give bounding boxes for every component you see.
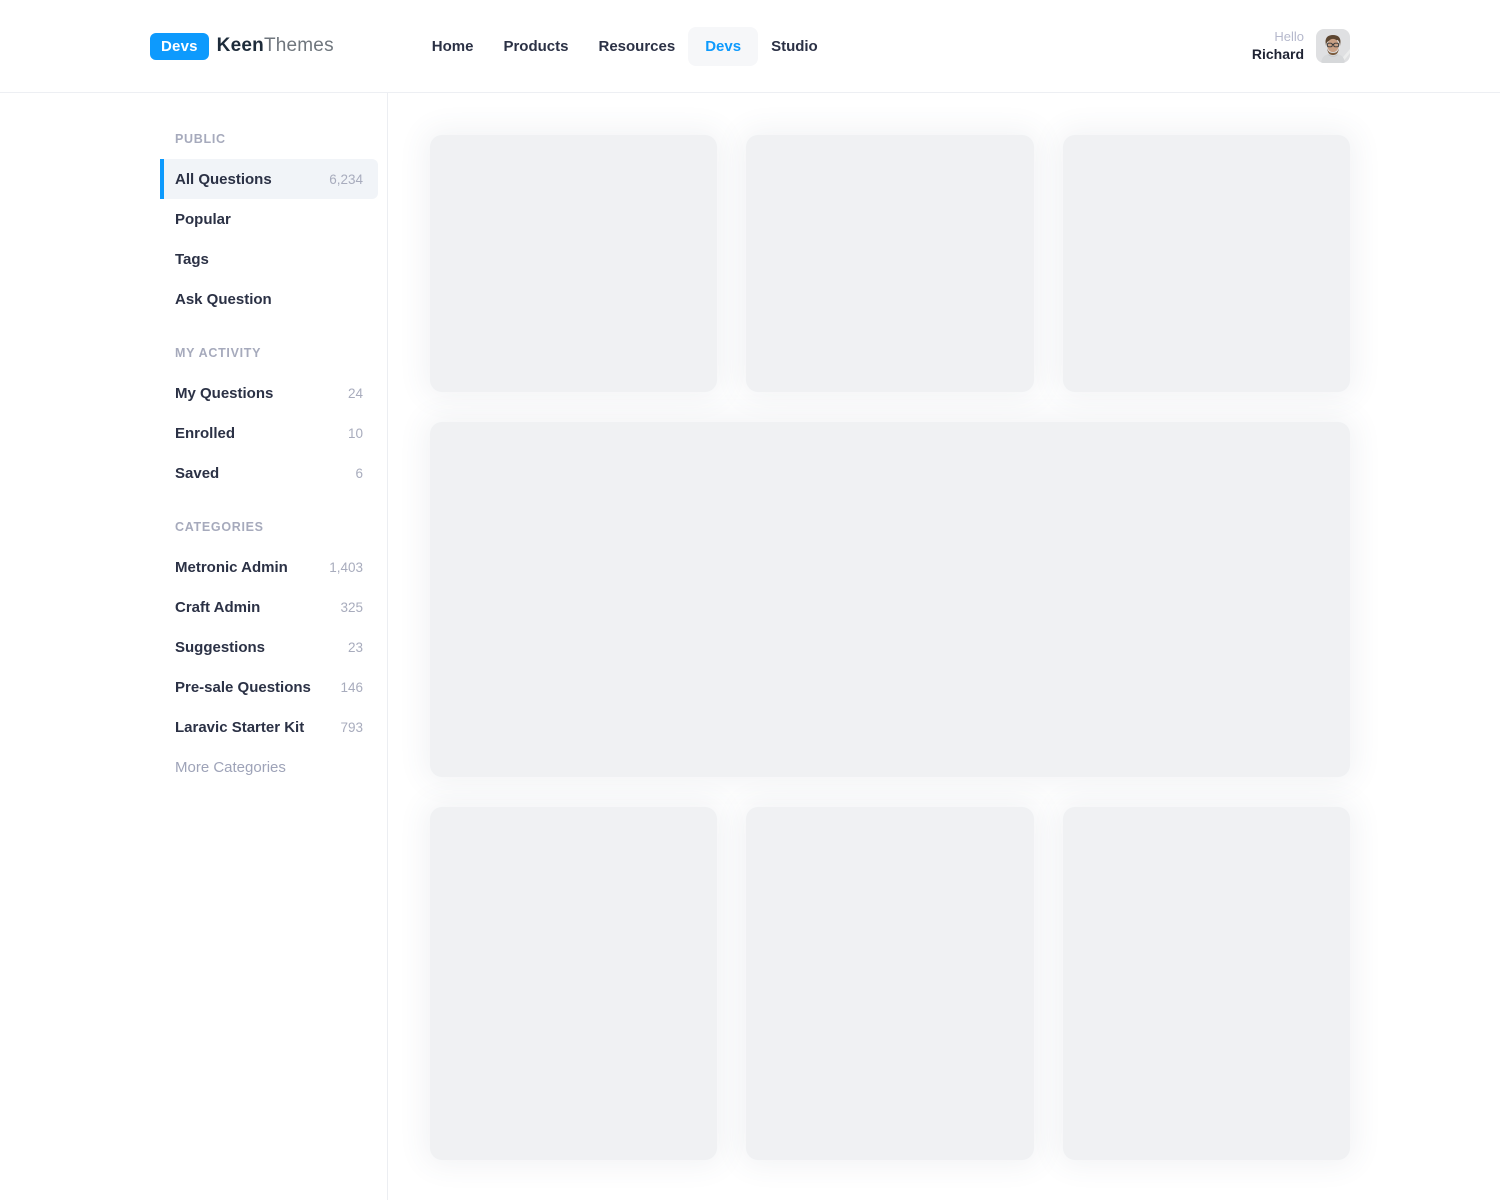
brand-name-light: Themes xyxy=(264,35,334,56)
placeholder-card xyxy=(430,807,717,1160)
sidebar-item-count: 10 xyxy=(348,426,363,441)
sidebar-item-count: 325 xyxy=(340,600,363,615)
nav-item-studio[interactable]: Studio xyxy=(771,38,818,55)
placeholder-card xyxy=(1063,135,1350,392)
sidebar-item-label: Enrolled xyxy=(175,425,235,442)
sidebar-item-count: 6,234 xyxy=(329,172,363,187)
placeholder-card xyxy=(746,135,1033,392)
sidebar: PUBLIC All Questions 6,234 Popular Tags … xyxy=(150,93,388,1200)
nav-item-devs[interactable]: Devs xyxy=(688,27,758,66)
brand-name-bold: Keen xyxy=(217,35,264,56)
sidebar-section-public: PUBLIC All Questions 6,234 Popular Tags … xyxy=(160,132,387,319)
sidebar-item-label: More Categories xyxy=(175,759,286,776)
sidebar-item-count: 24 xyxy=(348,386,363,401)
placeholder-card xyxy=(1063,807,1350,1160)
sidebar-item-craft-admin[interactable]: Craft Admin 325 xyxy=(160,587,378,627)
placeholder-card xyxy=(746,807,1033,1160)
sidebar-item-label: Laravic Starter Kit xyxy=(175,719,304,736)
sidebar-item-label: Craft Admin xyxy=(175,599,260,616)
sidebar-heading-categories: CATEGORIES xyxy=(160,520,387,534)
main-content xyxy=(388,93,1500,1200)
sidebar-item-laravic-starter-kit[interactable]: Laravic Starter Kit 793 xyxy=(160,707,378,747)
sidebar-item-label: Popular xyxy=(175,211,231,228)
sidebar-item-pre-sale-questions[interactable]: Pre-sale Questions 146 xyxy=(160,667,378,707)
sidebar-item-metronic-admin[interactable]: Metronic Admin 1,403 xyxy=(160,547,378,587)
sidebar-section-my-activity: MY ACTIVITY My Questions 24 Enrolled 10 … xyxy=(160,346,387,493)
sidebar-item-enrolled[interactable]: Enrolled 10 xyxy=(160,413,378,453)
sidebar-item-more-categories[interactable]: More Categories xyxy=(160,747,378,787)
avatar-image xyxy=(1316,29,1350,63)
user-name: Richard xyxy=(1252,46,1304,63)
placeholder-card xyxy=(430,135,717,392)
sidebar-item-label: Pre-sale Questions xyxy=(175,679,311,696)
sidebar-item-count: 6 xyxy=(355,466,363,481)
sidebar-item-popular[interactable]: Popular xyxy=(160,199,378,239)
sidebar-section-categories: CATEGORIES Metronic Admin 1,403 Craft Ad… xyxy=(160,520,387,787)
nav-item-products[interactable]: Products xyxy=(503,38,568,55)
sidebar-item-count: 23 xyxy=(348,640,363,655)
sidebar-item-count: 1,403 xyxy=(329,560,363,575)
user-greeting: Hello Richard xyxy=(1252,29,1304,63)
placeholder-card-wide xyxy=(430,422,1350,777)
placeholder-row-top xyxy=(430,135,1350,392)
sidebar-item-my-questions[interactable]: My Questions 24 xyxy=(160,373,378,413)
placeholder-row-bottom xyxy=(430,807,1350,1160)
avatar[interactable] xyxy=(1316,29,1350,63)
sidebar-item-label: Tags xyxy=(175,251,209,268)
sidebar-item-label: Ask Question xyxy=(175,291,272,308)
sidebar-item-label: Saved xyxy=(175,465,219,482)
sidebar-item-count: 793 xyxy=(340,720,363,735)
sidebar-item-tags[interactable]: Tags xyxy=(160,239,378,279)
brand-logo[interactable]: Devs KeenThemes xyxy=(150,33,334,60)
nav-item-home[interactable]: Home xyxy=(432,38,474,55)
sidebar-heading-public: PUBLIC xyxy=(160,132,387,146)
sidebar-item-ask-question[interactable]: Ask Question xyxy=(160,279,378,319)
sidebar-item-label: My Questions xyxy=(175,385,273,402)
nav-item-resources[interactable]: Resources xyxy=(598,38,675,55)
sidebar-item-label: Metronic Admin xyxy=(175,559,288,576)
brand-badge: Devs xyxy=(150,33,209,60)
sidebar-item-saved[interactable]: Saved 6 xyxy=(160,453,378,493)
sidebar-item-suggestions[interactable]: Suggestions 23 xyxy=(160,627,378,667)
sidebar-item-label: Suggestions xyxy=(175,639,265,656)
sidebar-item-label: All Questions xyxy=(175,171,272,188)
sidebar-heading-my-activity: MY ACTIVITY xyxy=(160,346,387,360)
page-body: PUBLIC All Questions 6,234 Popular Tags … xyxy=(0,93,1500,1200)
brand-name: KeenThemes xyxy=(217,35,334,57)
sidebar-item-all-questions[interactable]: All Questions 6,234 xyxy=(160,159,378,199)
greeting-text: Hello xyxy=(1252,29,1304,45)
top-header: Devs KeenThemes Home Products Resources … xyxy=(0,0,1500,93)
sidebar-item-count: 146 xyxy=(340,680,363,695)
main-nav: Home Products Resources Devs Studio xyxy=(432,27,818,66)
header-user-area: Hello Richard xyxy=(1252,29,1350,63)
